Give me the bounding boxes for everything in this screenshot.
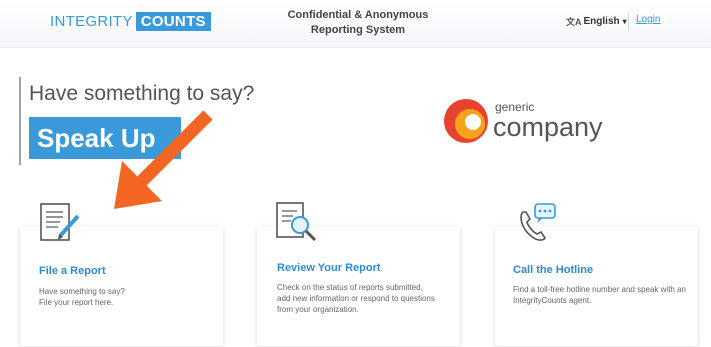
document-search-icon <box>276 202 317 242</box>
integrity-counts-logo[interactable]: INTEGRITY COUNTS <box>50 12 211 31</box>
company-logo-big-text: company <box>493 112 603 142</box>
review-report-title[interactable]: Review Your Report <box>277 262 381 274</box>
language-selector[interactable]: 文A English ▾ <box>566 15 627 28</box>
header: INTEGRITY COUNTS Confidential & Anonymou… <box>0 0 711 48</box>
file-report-card[interactable]: File a Report Have something to say? Fil… <box>20 203 223 346</box>
review-report-card[interactable]: Review Your Report Check on the status o… <box>257 202 460 346</box>
file-report-line2: File your report here. <box>39 298 114 307</box>
call-hotline-description: Find a toll-free hotline number and spea… <box>513 285 686 305</box>
hero-accent-bar <box>19 77 21 165</box>
call-hotline-card[interactable]: Call the Hotline Find a toll-free hotlin… <box>495 203 698 346</box>
system-title: Confidential & Anonymous Reporting Syste… <box>270 8 446 38</box>
file-report-title[interactable]: File a Report <box>39 265 106 277</box>
translate-icon: 文A <box>566 17 582 27</box>
chevron-down-icon: ▾ <box>622 17 627 26</box>
call-hotline-title[interactable]: Call the Hotline <box>513 264 593 276</box>
file-report-description: Have something to say? File your report … <box>39 286 199 308</box>
header-divider <box>628 12 629 30</box>
document-pen-icon <box>40 203 80 241</box>
system-title-line2: Reporting System <box>310 24 406 36</box>
company-logo-icon <box>444 99 488 143</box>
logo-integrity-text: INTEGRITY <box>50 13 133 30</box>
orange-arrow-icon <box>114 110 213 209</box>
login-link[interactable]: Login <box>636 14 660 25</box>
logo-counts-text: COUNTS <box>135 12 211 31</box>
system-title-line1: Confidential & Anonymous <box>287 9 429 21</box>
company-logo: generic company <box>443 98 603 144</box>
hero-question: Have something to say? <box>29 82 255 105</box>
language-label: English <box>583 16 620 27</box>
review-report-description: Check on the status of reports submitted… <box>277 283 435 314</box>
file-report-line1: Have something to say? <box>39 287 125 296</box>
phone-chat-icon <box>520 203 556 241</box>
